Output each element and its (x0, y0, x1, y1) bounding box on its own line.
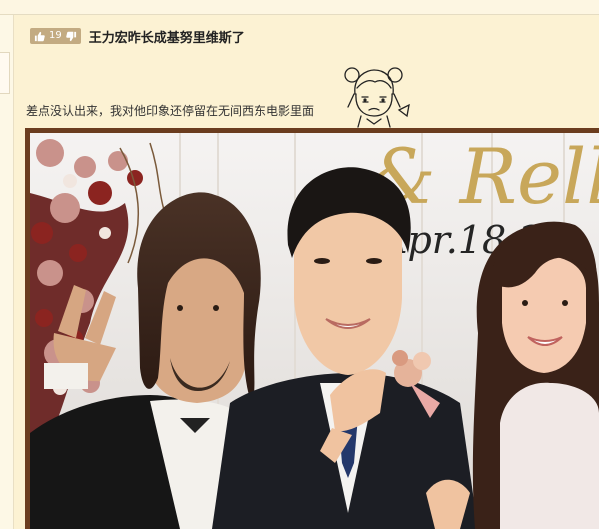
thumbs-up-icon[interactable] (34, 31, 45, 42)
photo-frame: & Relly Apr.18,2 (25, 128, 599, 529)
vote-badge: 19 (30, 28, 81, 44)
vote-count: 19 (49, 30, 62, 41)
post-title[interactable]: 王力宏昨长成基努里维斯了 (89, 27, 245, 46)
left-collapsed-panel[interactable] (0, 52, 10, 94)
wedding-photo[interactable]: & Relly Apr.18,2 (30, 133, 599, 529)
thumbs-down-icon[interactable] (65, 31, 77, 42)
post-header: 19 王力宏昨长成基努里维斯了 (30, 26, 245, 46)
top-strip (0, 0, 599, 15)
cartoon-girl-sticker (337, 64, 411, 130)
comment-text: 差点没认出来，我对他印象还停留在无间西东电影里面 (26, 104, 315, 118)
